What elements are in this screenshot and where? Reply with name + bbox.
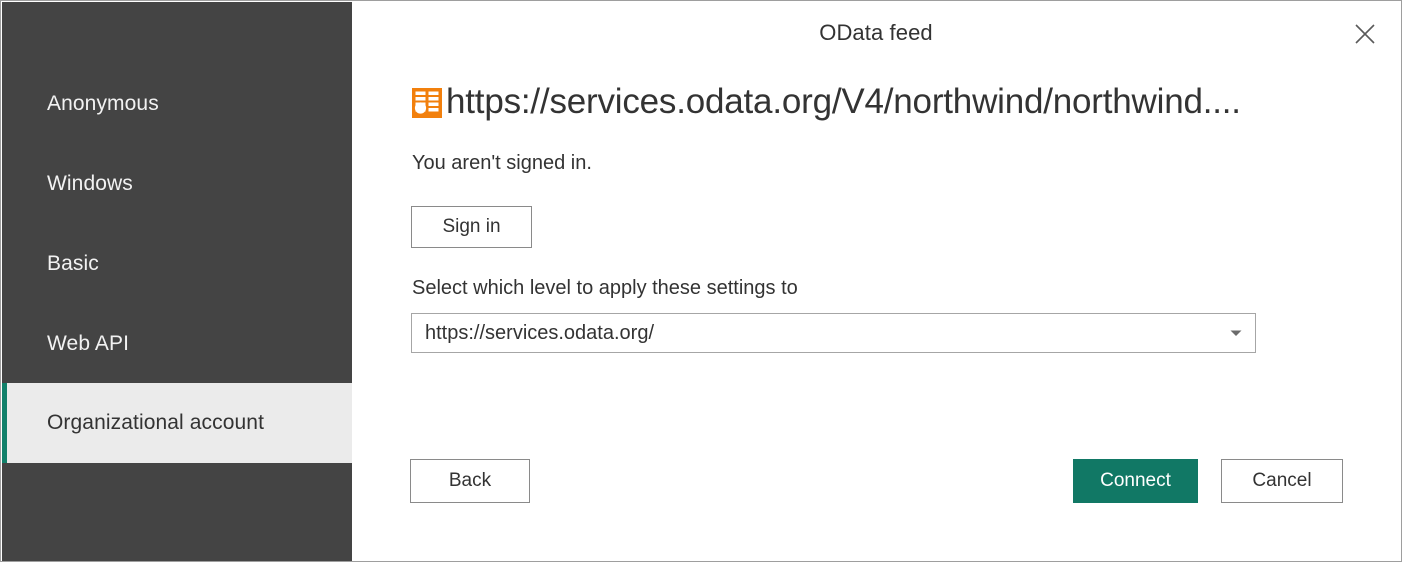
level-select-value: https://services.odata.org/ [425,321,655,344]
resource-url-text: https://services.odata.org/V4/northwind/… [446,81,1241,121]
signin-status-text: You aren't signed in. [412,152,592,174]
level-select[interactable]: https://services.odata.org/ [411,313,1256,353]
level-label: Select which level to apply these settin… [412,277,798,299]
sidebar-item-label: Web API [47,332,130,355]
chevron-down-icon[interactable] [1217,328,1255,338]
selected-accent-bar [2,383,7,463]
odata-table-icon [412,88,442,118]
odata-feed-dialog: Anonymous Windows Basic Web API Organiza… [0,0,1402,562]
sidebar-item-label: Basic [47,252,99,275]
sidebar-item-label: Anonymous [47,92,159,115]
authentication-method-sidebar: Anonymous Windows Basic Web API Organiza… [2,2,352,561]
sidebar-item-basic[interactable]: Basic [2,224,352,304]
cancel-button[interactable]: Cancel [1221,459,1343,503]
page-title: OData feed [819,20,933,45]
sidebar-item-organizational-account[interactable]: Organizational account [2,383,352,463]
sidebar-item-web-api[interactable]: Web API [2,304,352,384]
sign-in-button[interactable]: Sign in [411,206,532,248]
back-button[interactable]: Back [410,459,530,503]
sidebar-item-label: Organizational account [47,411,264,434]
sidebar-item-label: Windows [47,172,133,195]
resource-header: https://services.odata.org/V4/northwind/… [412,74,1360,130]
sidebar-item-windows[interactable]: Windows [2,144,352,224]
sidebar-item-anonymous[interactable]: Anonymous [2,64,352,144]
connect-button[interactable]: Connect [1073,459,1198,503]
close-icon[interactable] [1343,12,1387,56]
dialog-main-pane: OData feed https://services.odata.org/V4… [352,2,1400,560]
